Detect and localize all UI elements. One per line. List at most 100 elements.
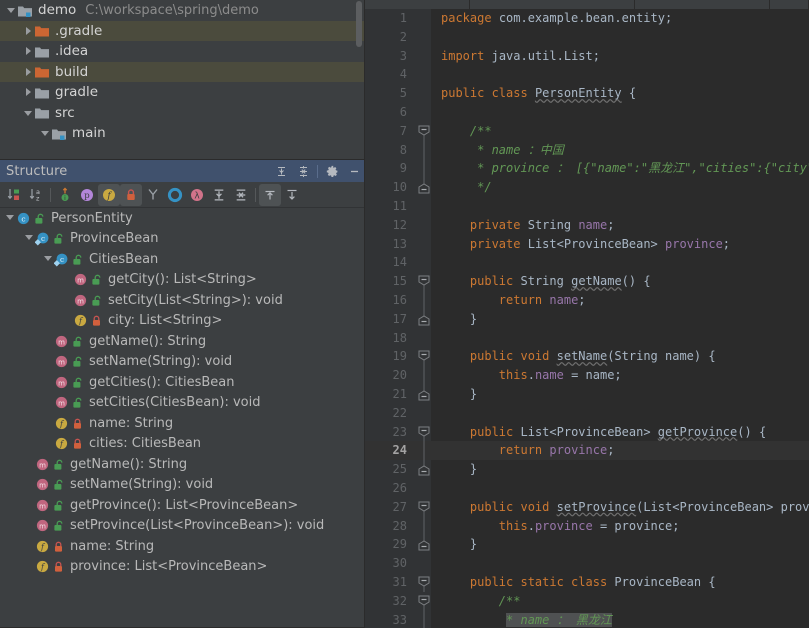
code-line[interactable]: 6 bbox=[365, 103, 809, 122]
structure-tree-item[interactable]: f name: String bbox=[0, 536, 365, 557]
expand-all-icon[interactable] bbox=[270, 160, 292, 182]
project-tree-item[interactable]: main bbox=[0, 123, 365, 144]
fold-marker[interactable] bbox=[417, 404, 431, 423]
fold-marker[interactable] bbox=[417, 290, 431, 310]
code-line[interactable]: 22 bbox=[365, 404, 809, 423]
project-tree-item[interactable]: src bbox=[0, 103, 365, 124]
structure-tree-item[interactable]: m setName(String): void bbox=[0, 475, 365, 496]
structure-tree-item[interactable]: m getCities(): CitiesBean bbox=[0, 372, 365, 393]
autoscroll-to-source-icon[interactable] bbox=[259, 183, 281, 206]
code-line[interactable]: 14 bbox=[365, 253, 809, 272]
code-line[interactable]: 24 return province; bbox=[365, 441, 809, 461]
fold-marker[interactable] bbox=[417, 272, 431, 292]
line-number[interactable]: 27 bbox=[365, 498, 407, 517]
autoscroll-from-source-icon[interactable] bbox=[281, 184, 303, 206]
line-number[interactable]: 20 bbox=[365, 366, 407, 385]
line-number[interactable]: 3 bbox=[365, 47, 407, 66]
code-editor[interactable]: 1 package com.example.bean.entity; 2 3 impor… bbox=[365, 0, 809, 628]
line-number[interactable]: 5 bbox=[365, 84, 407, 103]
sort-by-visibility-icon[interactable] bbox=[3, 184, 25, 206]
code-line[interactable]: 2 bbox=[365, 28, 809, 47]
fold-marker[interactable] bbox=[417, 28, 431, 47]
line-number[interactable]: 30 bbox=[365, 554, 407, 573]
chevron-down-icon[interactable] bbox=[41, 252, 54, 267]
code-line[interactable]: 30 bbox=[365, 554, 809, 573]
line-number[interactable]: 21 bbox=[365, 385, 407, 404]
structure-tree-item[interactable]: m setCities(CitiesBean): void bbox=[0, 393, 365, 414]
fold-marker[interactable] bbox=[417, 47, 431, 66]
show-lambdas-icon[interactable]: λ bbox=[186, 184, 208, 206]
code-line[interactable]: 28 this.province = province; bbox=[365, 516, 809, 536]
fold-marker[interactable] bbox=[417, 197, 431, 216]
line-number[interactable]: 18 bbox=[365, 329, 407, 348]
code-line[interactable]: 33 * name ： 黑龙江 bbox=[365, 610, 809, 628]
code-line[interactable]: 29 } bbox=[365, 535, 809, 554]
chevron-right-icon[interactable] bbox=[21, 87, 34, 97]
line-number[interactable]: 15 bbox=[365, 272, 407, 291]
structure-tree-item[interactable]: m getProvince(): List<ProvinceBean> bbox=[0, 495, 365, 516]
line-number[interactable]: 17 bbox=[365, 310, 407, 329]
collapse-all-icon[interactable] bbox=[292, 160, 314, 182]
structure-tree-item[interactable]: c PersonEntity bbox=[0, 208, 365, 229]
project-tree-item[interactable]: build bbox=[0, 61, 365, 82]
code-line[interactable]: 21 } bbox=[365, 384, 809, 404]
code-line[interactable]: 20 this.name = name; bbox=[365, 366, 809, 386]
line-number[interactable]: 10 bbox=[365, 178, 407, 197]
fold-marker[interactable] bbox=[417, 384, 431, 404]
line-number[interactable]: 13 bbox=[365, 235, 407, 254]
structure-rows[interactable]: c PersonEntity c ProvinceBean c CitiesBean m ge… bbox=[0, 208, 365, 577]
line-number[interactable]: 24 bbox=[365, 441, 407, 460]
code-line[interactable]: 17 } bbox=[365, 309, 809, 329]
fold-marker[interactable] bbox=[417, 9, 431, 28]
code-line[interactable]: 12 private String name; bbox=[365, 216, 809, 235]
fold-marker[interactable] bbox=[417, 516, 431, 536]
fold-marker[interactable] bbox=[417, 592, 431, 611]
fold-marker[interactable] bbox=[417, 535, 431, 554]
line-number[interactable]: 4 bbox=[365, 65, 407, 84]
code-line[interactable]: 27 public void setProvince(List<Province… bbox=[365, 498, 809, 517]
line-number[interactable]: 11 bbox=[365, 197, 407, 216]
fold-marker[interactable] bbox=[417, 498, 431, 517]
chevron-down-icon[interactable] bbox=[38, 128, 51, 138]
fold-marker[interactable] bbox=[417, 329, 431, 348]
gear-icon[interactable] bbox=[321, 160, 343, 182]
show-inherited-icon[interactable]: i bbox=[54, 184, 76, 206]
line-number[interactable]: 2 bbox=[365, 28, 407, 47]
structure-tree-item[interactable]: c ProvinceBean bbox=[0, 229, 365, 250]
code-line[interactable]: 31 public static class ProvinceBean { bbox=[365, 573, 809, 592]
structure-tree-item[interactable]: m getCity(): List<String> bbox=[0, 270, 365, 291]
line-number[interactable]: 28 bbox=[365, 517, 407, 536]
line-number[interactable]: 33 bbox=[365, 611, 407, 628]
editor-split-divider[interactable] bbox=[364, 0, 365, 628]
code-line[interactable]: 10 */ bbox=[365, 178, 809, 197]
fold-marker[interactable] bbox=[417, 122, 431, 141]
chevron-right-icon[interactable] bbox=[21, 26, 34, 36]
expand-all-icon[interactable] bbox=[208, 184, 230, 206]
structure-tree-item[interactable]: m setName(String): void bbox=[0, 352, 365, 373]
structure-toolbar[interactable]: a z i p f λ bbox=[0, 182, 365, 208]
code-line[interactable]: 9 * province ： [{"name":"黑龙江","cities":{… bbox=[365, 159, 809, 179]
fold-marker[interactable] bbox=[417, 216, 431, 235]
fold-marker[interactable] bbox=[417, 347, 431, 367]
structure-tree-item[interactable]: m setCity(List<String>): void bbox=[0, 290, 365, 311]
fold-marker[interactable] bbox=[417, 309, 431, 329]
show-anonymous-classes-icon[interactable] bbox=[142, 184, 164, 206]
code-line[interactable]: 15 public String getName() { bbox=[365, 272, 809, 292]
structure-tree-item[interactable]: f city: List<String> bbox=[0, 311, 365, 332]
show-properties-icon[interactable]: p bbox=[76, 184, 98, 206]
code-line[interactable]: 4 bbox=[365, 65, 809, 84]
show-non-public-icon[interactable] bbox=[120, 183, 142, 206]
code-line[interactable]: 13 private List<ProvinceBean> province; bbox=[365, 235, 809, 254]
line-number[interactable]: 14 bbox=[365, 253, 407, 272]
project-tree-item[interactable]: .idea bbox=[0, 41, 365, 62]
fold-marker[interactable] bbox=[417, 178, 431, 197]
fold-marker[interactable] bbox=[417, 159, 431, 179]
code-line[interactable]: 19 public void setName(String name) { bbox=[365, 347, 809, 367]
fold-marker[interactable] bbox=[417, 235, 431, 254]
fold-marker[interactable] bbox=[417, 610, 431, 628]
fold-marker[interactable] bbox=[417, 103, 431, 122]
structure-tree[interactable]: c PersonEntity c ProvinceBean c CitiesBean m ge… bbox=[0, 208, 365, 628]
structure-tree-item[interactable]: f name: String bbox=[0, 413, 365, 434]
fold-marker[interactable] bbox=[417, 573, 431, 592]
fold-marker[interactable] bbox=[417, 479, 431, 498]
